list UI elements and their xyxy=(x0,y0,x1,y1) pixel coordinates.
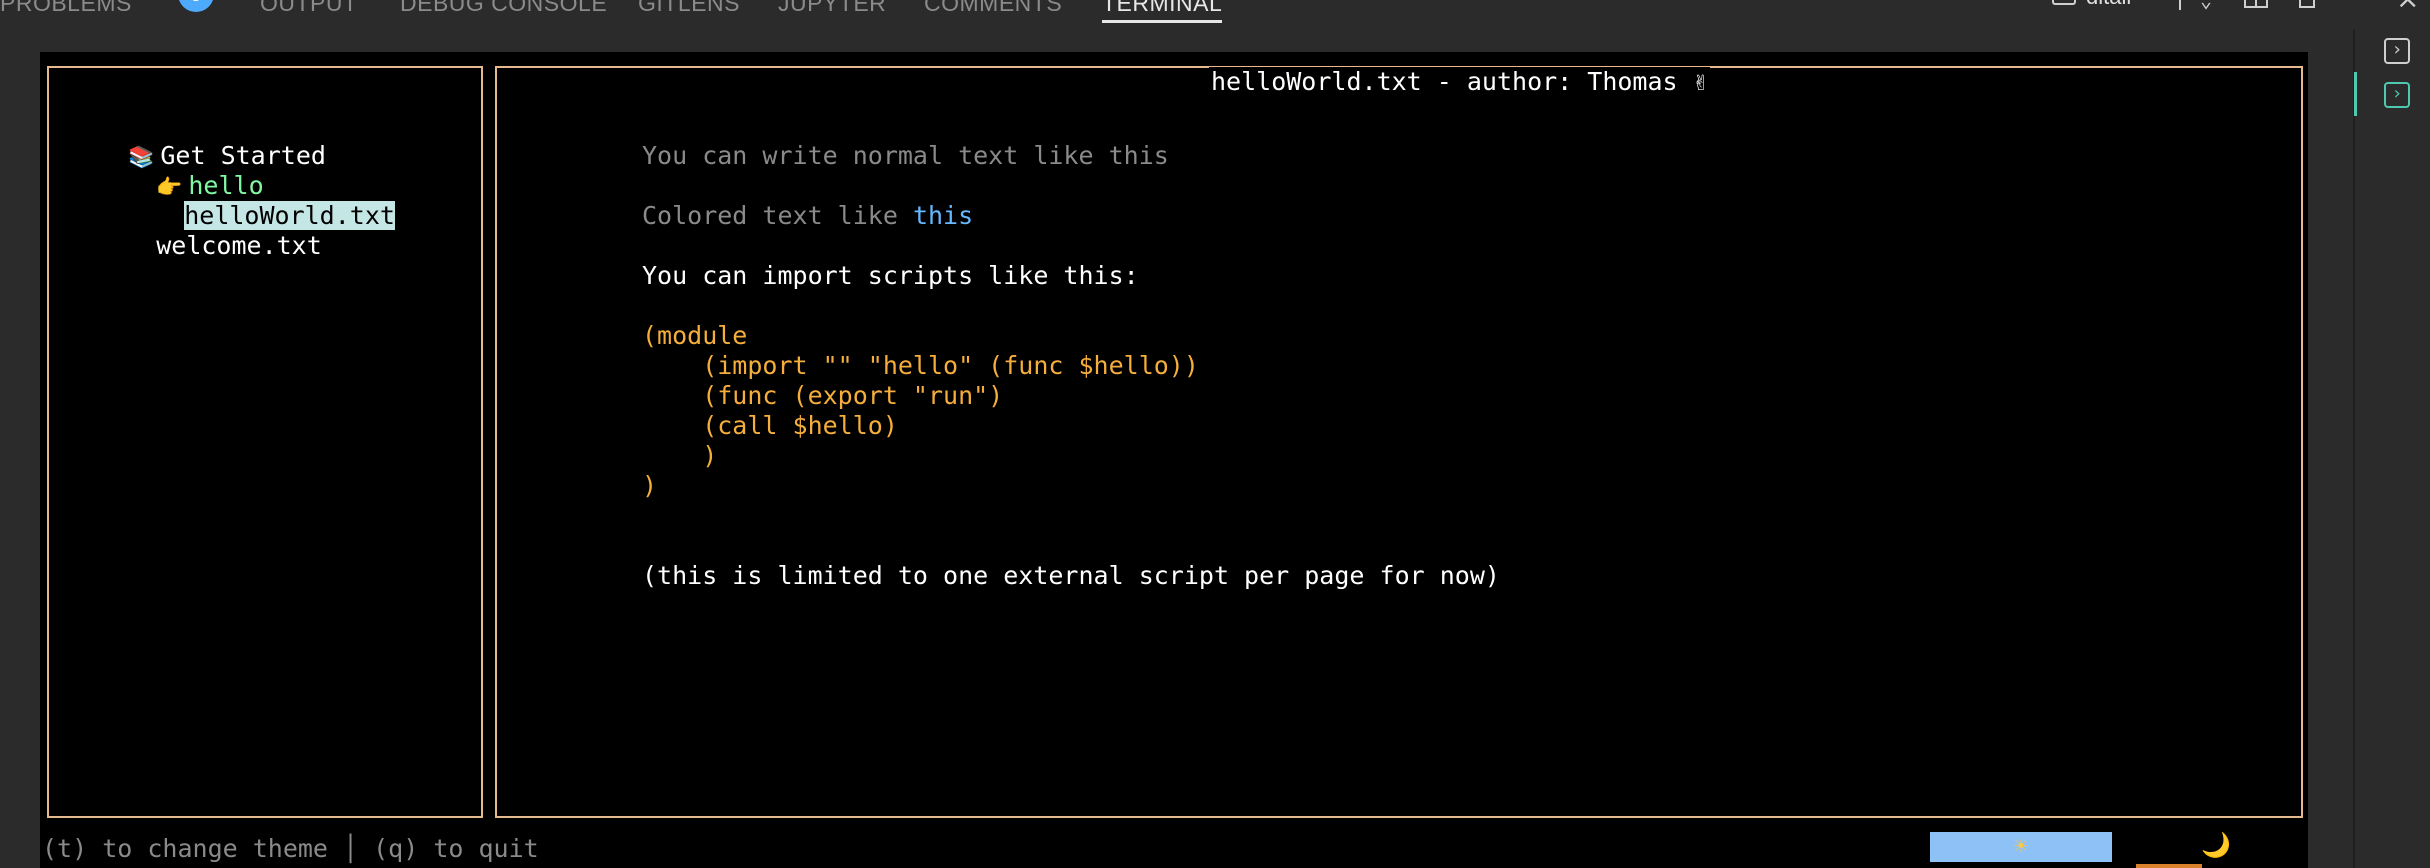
tab-problems[interactable]: PROBLEMS xyxy=(0,0,132,20)
tab-gitlens[interactable]: GITLENS xyxy=(638,0,740,20)
terminal-name: dltail xyxy=(2086,0,2131,9)
panel-tab-bar: PROBLEMS 5 OUTPUT DEBUG CONSOLE GITLENS … xyxy=(0,0,2430,52)
terminal-launch-profile[interactable]: dltail xyxy=(2052,0,2131,14)
content-pane: helloWorld.txt - author: Thomas ✌ xyxy=(495,66,2303,818)
keybinding-hint: (t) to change theme │ (q) to quit xyxy=(42,834,539,863)
content-line-colored: Colored text like this xyxy=(642,201,973,231)
toolbar-divider xyxy=(2179,0,2181,10)
content-title: helloWorld.txt - author: Thomas ✌ xyxy=(1209,67,1710,97)
code-line: (module xyxy=(642,321,748,350)
tab-terminal[interactable]: TERMINAL xyxy=(1102,0,1223,23)
active-terminal-marker xyxy=(2354,72,2357,116)
tree-item-label: welcome.txt xyxy=(156,231,322,260)
tab-debug-console[interactable]: DEBUG CONSOLE xyxy=(400,0,607,20)
code-line: (call $hello) xyxy=(642,411,898,440)
theme-indicator xyxy=(2136,864,2202,868)
split-icon[interactable] xyxy=(2244,0,2270,10)
tab-jupyter[interactable]: JUPYTER xyxy=(778,0,886,20)
code-line: ) xyxy=(642,471,658,500)
terminal-view[interactable]: 📚 Get Started 👉 hello helloWorld.txt welco… xyxy=(40,52,2308,868)
content-line-note: (this is limited to one external script … xyxy=(642,561,1500,590)
trash-icon[interactable] xyxy=(2296,0,2322,10)
close-icon[interactable]: × xyxy=(2396,0,2419,15)
terminal-list-item-1[interactable]: › xyxy=(2384,38,2410,64)
tab-output[interactable]: OUTPUT xyxy=(260,0,358,20)
colored-prefix: Colored text like xyxy=(642,201,913,230)
content-line-import: You can import scripts like this: xyxy=(642,261,1139,290)
terminal-list-divider xyxy=(2353,30,2355,868)
sun-icon[interactable]: ☀ xyxy=(1930,832,2112,862)
colored-word: this xyxy=(912,201,974,230)
code-line: ) xyxy=(642,441,718,470)
content-line-normal: You can write normal text like this xyxy=(642,141,1169,170)
problems-count-badge: 5 xyxy=(178,0,214,12)
chevron-down-icon[interactable]: ⌄ xyxy=(2200,0,2226,12)
moon-icon[interactable]: 🌙 xyxy=(2196,830,2236,860)
tree-item-welcome[interactable]: welcome.txt xyxy=(96,201,322,291)
terminal-icon xyxy=(2052,0,2076,6)
code-line: (func (export "run") xyxy=(642,381,1004,410)
code-line: (import "" "hello" (func $hello)) xyxy=(642,351,1199,380)
terminal-list-item-2[interactable]: › xyxy=(2384,82,2410,108)
tab-comments[interactable]: COMMENTS xyxy=(924,0,1062,20)
